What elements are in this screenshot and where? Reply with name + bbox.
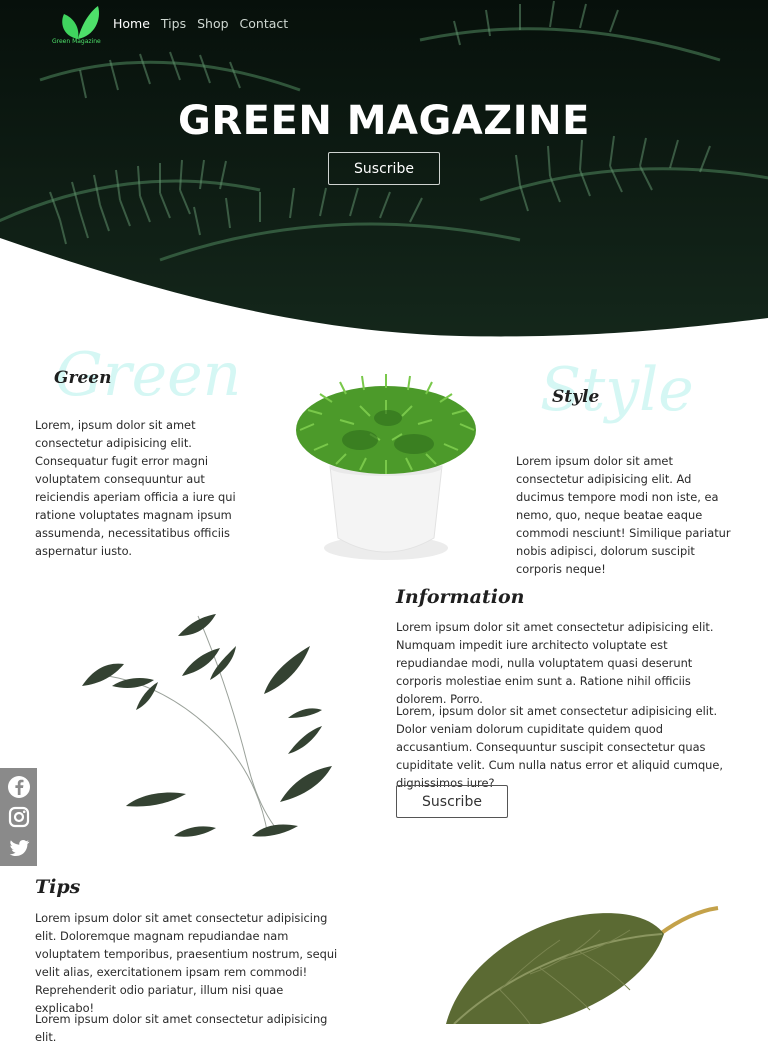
information-paragraph-2: Lorem, ipsum dolor sit amet consectetur …	[396, 704, 724, 790]
twitter-icon[interactable]	[7, 836, 31, 860]
nav-links: Home Tips Shop Contact	[113, 16, 288, 31]
information-subscribe-button[interactable]: Suscribe	[396, 785, 508, 818]
hero-section: Green Magazine Home Tips Shop Contact GR…	[0, 0, 768, 340]
green-heading: Green	[54, 368, 112, 388]
nav-link-home[interactable]: Home	[113, 16, 150, 31]
tips-paragraph-1: Lorem ipsum dolor sit amet consectetur a…	[35, 911, 338, 1015]
nav-link-shop[interactable]: Shop	[197, 16, 228, 31]
social-sidebar	[0, 768, 37, 866]
style-text: Lorem ipsum dolor sit amet consectetur a…	[516, 454, 731, 576]
nav-link-tips[interactable]: Tips	[161, 16, 186, 31]
top-navigation: Green Magazine Home Tips Shop Contact	[52, 6, 288, 46]
tips-paragraph-2: Lorem ipsum dolor sit amet consectetur a…	[35, 1012, 328, 1044]
information-paragraph-1: Lorem ipsum dolor sit amet consectetur a…	[396, 620, 714, 706]
leaf-branch-image	[82, 614, 332, 837]
style-heading: Style	[552, 387, 600, 407]
large-leaf-image	[446, 906, 719, 1024]
facebook-icon[interactable]	[7, 775, 31, 799]
hero-title: GREEN MAGAZINE	[178, 98, 590, 144]
hero-subscribe-button[interactable]: Suscribe	[328, 152, 440, 185]
tips-heading: Tips	[35, 876, 81, 898]
nav-link-contact[interactable]: Contact	[240, 16, 289, 31]
green-text: Lorem, ipsum dolor sit amet consectetur …	[35, 418, 236, 558]
potted-plant-image	[296, 374, 476, 560]
information-heading: Information	[396, 586, 525, 608]
logo[interactable]: Green Magazine	[52, 6, 104, 46]
logo-text: Green Magazine	[52, 38, 101, 45]
instagram-icon[interactable]	[7, 805, 31, 829]
leaf-logo-icon	[62, 6, 100, 39]
